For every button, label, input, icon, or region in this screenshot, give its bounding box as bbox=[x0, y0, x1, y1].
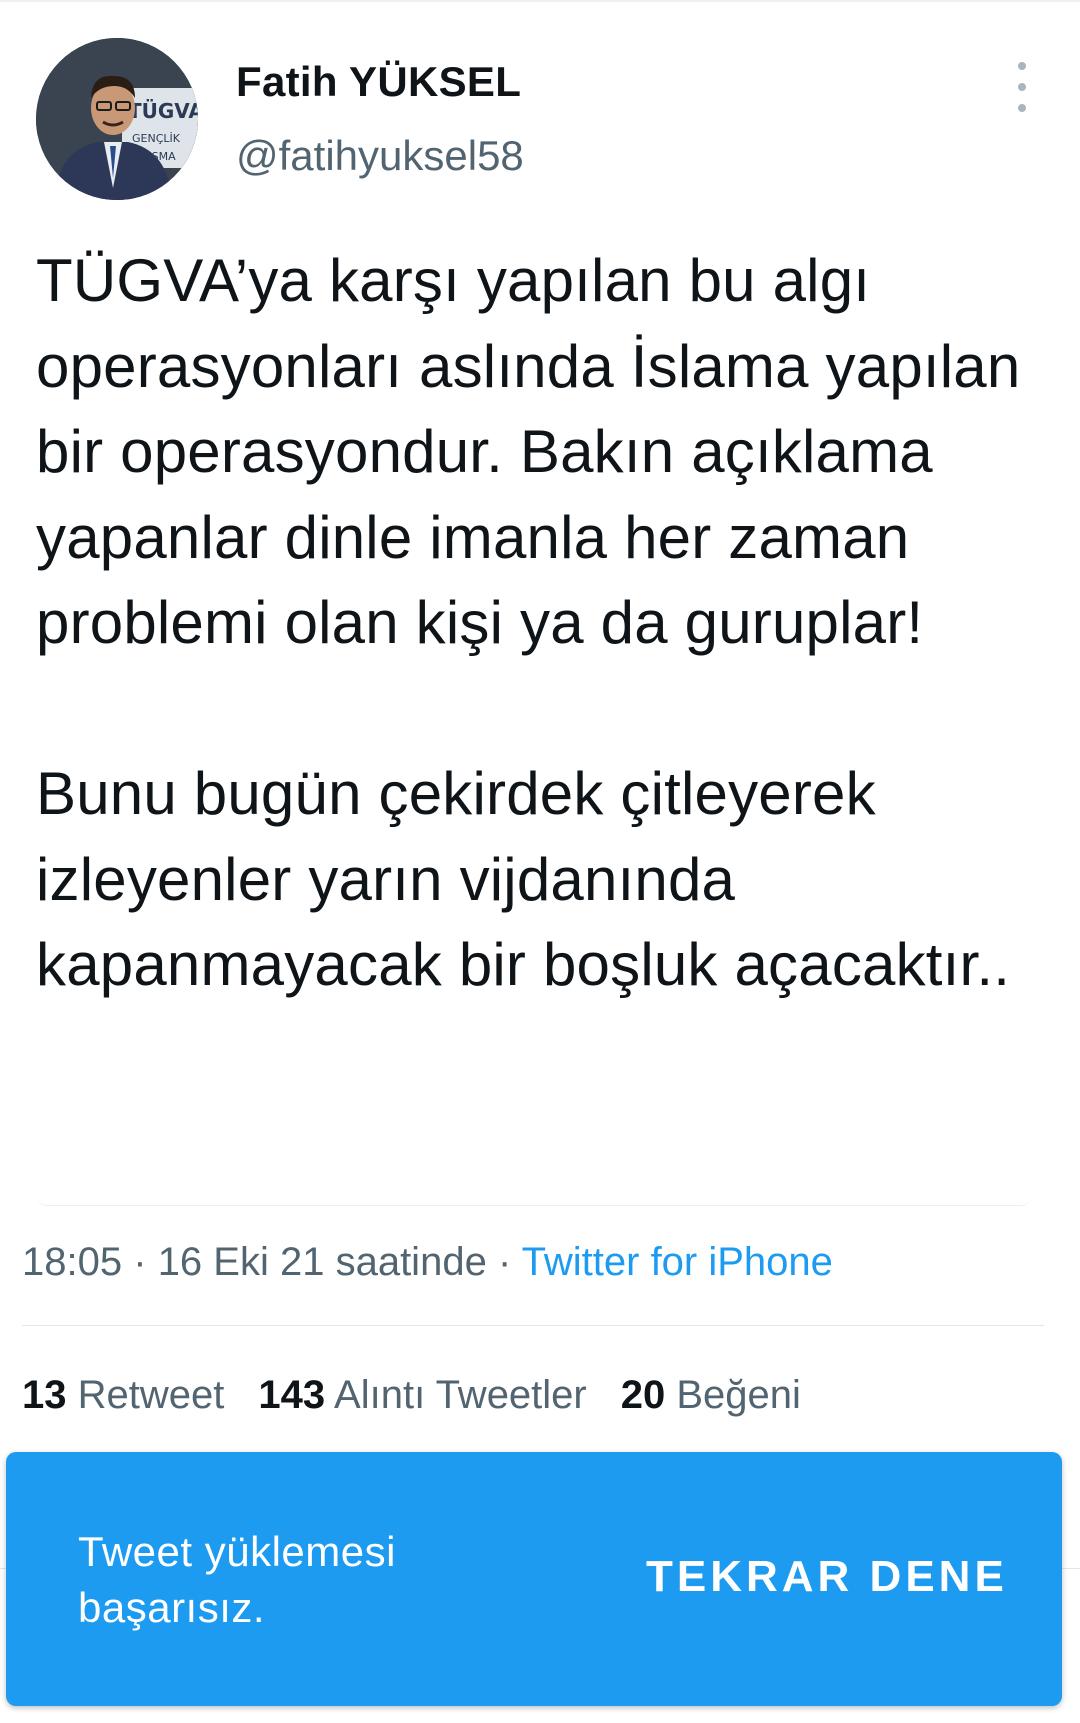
tweet-text: TÜGVA’ya karşı yapılan bu algı operasyon… bbox=[36, 247, 1021, 998]
more-options-icon[interactable] bbox=[1002, 62, 1042, 112]
tweet-card-edge bbox=[36, 1195, 1032, 1206]
avatar-photo: TÜGVA GENÇLİK LUŞMA bbox=[36, 38, 198, 200]
metadata-divider bbox=[22, 1325, 1044, 1326]
top-divider bbox=[0, 0, 1080, 2]
author-handle[interactable]: @fatihyuksel58 bbox=[236, 132, 524, 180]
retweets-stat[interactable]: 13 Retweet bbox=[22, 1373, 224, 1417]
tweet-date[interactable]: 16 Eki 21 saatinde bbox=[158, 1240, 487, 1284]
quotes-label: Alıntı Tweetler bbox=[334, 1373, 587, 1417]
avatar-logo-text: TÜGVA bbox=[128, 99, 198, 123]
metadata-separator: · bbox=[497, 1240, 512, 1284]
tweet-time[interactable]: 18:05 bbox=[22, 1240, 122, 1284]
likes-label: Beğeni bbox=[676, 1373, 801, 1417]
author-display-name[interactable]: Fatih YÜKSEL bbox=[236, 58, 521, 106]
quotes-count: 143 bbox=[258, 1373, 326, 1417]
tweet-source-link[interactable]: Twitter for iPhone bbox=[522, 1240, 833, 1284]
snackbar-message: Tweet yüklemesi başarısız. bbox=[78, 1528, 396, 1631]
retry-button[interactable]: TEKRAR DENE bbox=[646, 1552, 1008, 1602]
tweet-stats: 13 Retweet 143 Alıntı Tweetler 20 Beğeni bbox=[22, 1373, 835, 1418]
error-snackbar: Tweet yüklemesi başarısız. TEKRAR DENE bbox=[6, 1452, 1062, 1706]
avatar[interactable]: TÜGVA GENÇLİK LUŞMA bbox=[36, 38, 198, 200]
retweets-label: Retweet bbox=[77, 1373, 225, 1417]
svg-text:GENÇLİK: GENÇLİK bbox=[132, 132, 181, 145]
quotes-stat[interactable]: 143 Alıntı Tweetler bbox=[258, 1373, 586, 1417]
retweets-count: 13 bbox=[22, 1373, 67, 1417]
metadata-separator: · bbox=[133, 1240, 147, 1284]
tweet-metadata: 18:05 · 16 Eki 21 saatinde · Twitter for… bbox=[22, 1240, 833, 1285]
likes-count: 20 bbox=[620, 1373, 666, 1417]
likes-stat[interactable]: 20 Beğeni bbox=[621, 1373, 801, 1417]
